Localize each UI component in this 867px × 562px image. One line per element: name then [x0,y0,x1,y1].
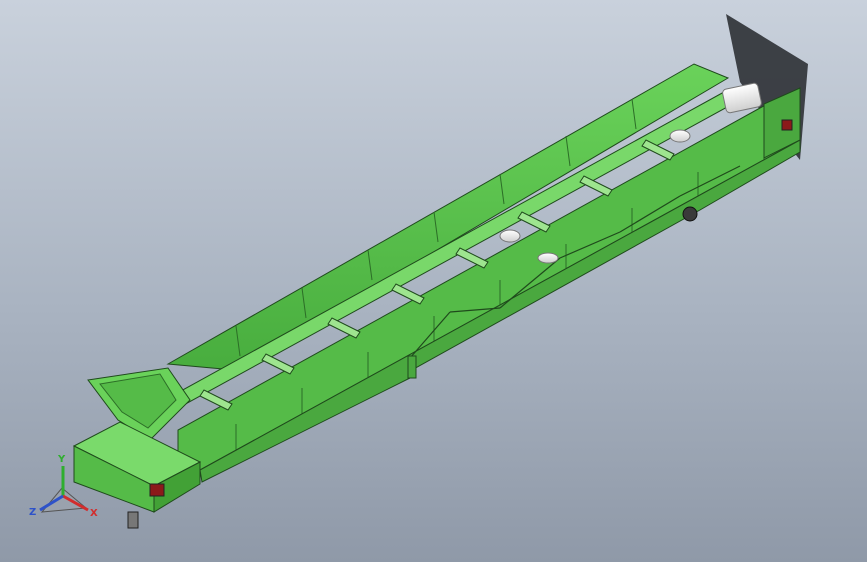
near-side-wall [177,87,801,471]
head-bearing [781,119,793,131]
cad-viewport[interactable]: Y X Z [0,0,867,562]
conveyor-model[interactable]: Y X Z [0,0,867,562]
cross-members [199,139,675,411]
belt-surface [149,91,742,419]
support-wheel [682,206,698,222]
x-axis-label: X [90,508,98,519]
z-axis-label: Z [29,507,36,518]
y-axis-label: Y [57,454,66,465]
head-drum [722,82,762,114]
drive-foot [127,511,139,529]
support-leg [407,355,417,379]
drive-motor [149,483,165,497]
